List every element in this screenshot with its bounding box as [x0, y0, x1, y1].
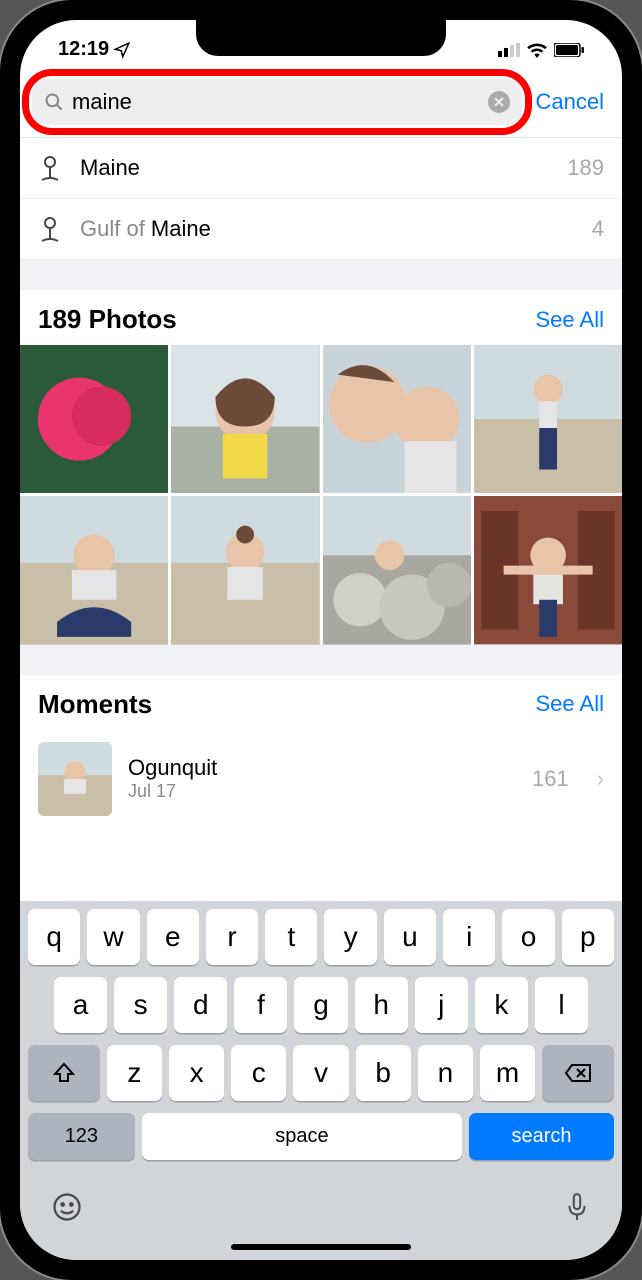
- suggestion-text: Maine: [80, 155, 549, 181]
- location-arrow-icon: [113, 41, 131, 59]
- key-f[interactable]: f: [234, 977, 287, 1033]
- photos-title: 189 Photos: [38, 304, 177, 335]
- moment-thumb: [38, 742, 112, 816]
- key-h[interactable]: h: [355, 977, 408, 1033]
- num-key[interactable]: 123: [28, 1113, 135, 1160]
- key-s[interactable]: s: [114, 977, 167, 1033]
- key-n[interactable]: n: [418, 1045, 473, 1101]
- key-q[interactable]: q: [28, 909, 80, 965]
- key-d[interactable]: d: [174, 977, 227, 1033]
- key-e[interactable]: e: [147, 909, 199, 965]
- moments-title: Moments: [38, 689, 152, 720]
- photo-thumb[interactable]: [171, 345, 319, 493]
- key-i[interactable]: i: [443, 909, 495, 965]
- key-p[interactable]: p: [562, 909, 614, 965]
- moment-title: Ogunquit: [128, 755, 516, 781]
- pin-icon: [38, 215, 62, 243]
- key-a[interactable]: a: [54, 977, 107, 1033]
- key-y[interactable]: y: [324, 909, 376, 965]
- key-k[interactable]: k: [475, 977, 528, 1033]
- moment-date: Jul 17: [128, 781, 516, 802]
- key-b[interactable]: b: [356, 1045, 411, 1101]
- moments-header: Moments See All: [20, 675, 622, 730]
- key-m[interactable]: m: [480, 1045, 535, 1101]
- key-x[interactable]: x: [169, 1045, 224, 1101]
- search-field[interactable]: [32, 79, 522, 125]
- key-w[interactable]: w: [87, 909, 139, 965]
- photo-thumb[interactable]: [474, 345, 622, 493]
- key-o[interactable]: o: [502, 909, 554, 965]
- suggestion-row[interactable]: Maine 189: [20, 138, 622, 199]
- signal-icon: [498, 43, 520, 57]
- search-row: Cancel: [20, 71, 622, 138]
- photo-thumb[interactable]: [323, 345, 471, 493]
- section-gap: [20, 645, 622, 675]
- photos-header: 189 Photos See All: [20, 290, 622, 345]
- screen: 12:19 Cancel Maine: [20, 20, 622, 1260]
- moment-row[interactable]: Ogunquit Jul 17 161 ›: [20, 730, 622, 828]
- battery-icon: [554, 43, 584, 57]
- key-t[interactable]: t: [265, 909, 317, 965]
- photo-thumb[interactable]: [323, 496, 471, 644]
- search-icon: [44, 92, 64, 112]
- photo-thumb[interactable]: [20, 496, 168, 644]
- key-c[interactable]: c: [231, 1045, 286, 1101]
- backspace-key[interactable]: [542, 1045, 614, 1101]
- moment-info: Ogunquit Jul 17: [128, 755, 516, 802]
- photo-thumb[interactable]: [171, 496, 319, 644]
- chevron-right-icon: ›: [597, 766, 604, 792]
- wifi-icon: [526, 42, 548, 58]
- suggestion-row[interactable]: Gulf of Maine 4: [20, 199, 622, 260]
- key-u[interactable]: u: [384, 909, 436, 965]
- pin-icon: [38, 154, 62, 182]
- suggestion-count: 4: [592, 216, 604, 242]
- home-indicator[interactable]: [231, 1244, 411, 1250]
- suggestions-list: Maine 189 Gulf of Maine 4: [20, 138, 622, 260]
- key-r[interactable]: r: [206, 909, 258, 965]
- shift-key[interactable]: [28, 1045, 100, 1101]
- photo-thumb[interactable]: [20, 345, 168, 493]
- space-key[interactable]: space: [142, 1113, 462, 1160]
- phone-frame: 12:19 Cancel Maine: [0, 0, 642, 1280]
- emoji-icon[interactable]: [52, 1192, 82, 1230]
- backspace-icon: [564, 1063, 592, 1083]
- mic-icon[interactable]: [564, 1192, 590, 1230]
- see-all-button[interactable]: See All: [536, 691, 605, 717]
- cancel-button[interactable]: Cancel: [530, 89, 610, 115]
- search-key[interactable]: search: [469, 1113, 614, 1160]
- keyboard: qwertyuiop asdfghjkl zxcvbnm 123 space s…: [20, 901, 622, 1260]
- status-time: 12:19: [58, 38, 109, 61]
- suggestion-text: Gulf of Maine: [80, 216, 574, 242]
- clear-button[interactable]: [488, 91, 510, 113]
- suggestion-count: 189: [567, 155, 604, 181]
- key-z[interactable]: z: [107, 1045, 162, 1101]
- xmark-icon: [494, 97, 504, 107]
- key-v[interactable]: v: [293, 1045, 348, 1101]
- photo-grid: [20, 345, 622, 645]
- section-gap: [20, 260, 622, 290]
- search-input[interactable]: [72, 89, 480, 115]
- key-g[interactable]: g: [294, 977, 347, 1033]
- see-all-button[interactable]: See All: [536, 307, 605, 333]
- key-j[interactable]: j: [415, 977, 468, 1033]
- shift-icon: [52, 1061, 76, 1085]
- notch: [196, 20, 446, 56]
- moment-count: 161: [532, 766, 569, 792]
- key-l[interactable]: l: [535, 977, 588, 1033]
- photo-thumb[interactable]: [474, 496, 622, 644]
